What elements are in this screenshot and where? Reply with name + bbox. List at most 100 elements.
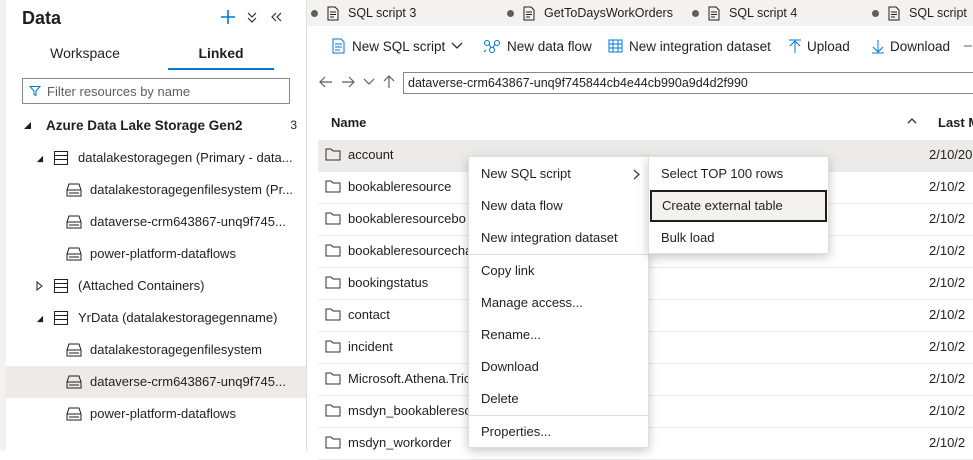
path-input[interactable]: dataverse-crm643867-unq9f745844cb4e44cb9… (403, 72, 973, 94)
folder-icon (325, 340, 341, 353)
tree-item-container[interactable]: datalakestoragegenfilesystem (Pr... (6, 174, 306, 206)
more-actions-icon[interactable] (963, 26, 973, 66)
tree-item-container-selected[interactable]: dataverse-crm643867-unq9f745... (6, 366, 306, 398)
menu-item-create-external-table[interactable]: Create external table (650, 190, 827, 222)
column-last-modified[interactable]: Last M (938, 115, 973, 130)
folder-icon (325, 308, 341, 321)
doc-tab-sql-script-3[interactable]: SQL script 3 (311, 0, 416, 26)
sql-script-icon (326, 6, 340, 21)
tree-item-label: power-platform-dataflows (90, 246, 236, 261)
menu-item-new-data-flow[interactable]: New data flow (469, 190, 648, 222)
chevron-down-icon[interactable] (363, 78, 375, 86)
caret-right-icon[interactable] (34, 281, 44, 291)
section-count: 3 (290, 118, 297, 132)
menu-item-download[interactable]: Download (469, 351, 648, 383)
tree-item-container[interactable]: datalakestoragegenfilesystem (6, 334, 306, 366)
menu-item-bulk-load[interactable]: Bulk load (649, 222, 828, 254)
unsaved-dot-icon (311, 9, 318, 17)
column-name[interactable]: Name (331, 115, 366, 130)
doc-tab-gettodaysworkorders[interactable]: GetToDaysWorkOrders (507, 0, 673, 26)
container-icon (66, 183, 82, 197)
file-name: bookableresourcebo (348, 211, 466, 226)
file-name: Microsoft.Athena.Tric (348, 371, 471, 386)
file-name: msdyn_workorder (348, 435, 452, 450)
section-title: Azure Data Lake Storage Gen2 (46, 117, 243, 133)
tree-item-container[interactable]: power-platform-dataflows (6, 238, 306, 270)
container-icon (66, 375, 82, 389)
tree-item-label: datalakestoragegen (Primary - data... (78, 150, 293, 165)
storage-account-icon (53, 150, 69, 166)
storage-account-icon (53, 278, 69, 294)
menu-item-label: New SQL script (481, 166, 571, 181)
menu-item-new-sql-script[interactable]: New SQL script (469, 158, 648, 190)
file-date: 2/10/2 (929, 179, 966, 194)
menu-item-new-integration-dataset[interactable]: New integration dataset (469, 222, 648, 254)
tab-linked[interactable]: Linked (168, 38, 274, 70)
new-data-flow-button[interactable]: New data flow (483, 26, 592, 66)
add-resource-icon[interactable] (219, 7, 237, 27)
new-integration-dataset-button[interactable]: New integration dataset (608, 26, 771, 66)
panel-title: Data (22, 8, 62, 28)
collapse-all-icon[interactable] (243, 7, 261, 27)
tree-item-label: datalakestoragegenfilesystem (Pr... (90, 182, 294, 197)
file-list-header: Name Last M (307, 107, 973, 139)
sql-script-icon (707, 6, 721, 21)
context-menu: New SQL script New data flow New integra… (468, 156, 649, 448)
tree-item-container[interactable]: power-platform-dataflows (6, 398, 306, 430)
tree-item-attached-containers[interactable]: (Attached Containers) (6, 270, 306, 302)
unsaved-dot-icon (692, 9, 699, 17)
sort-ascending-icon[interactable] (907, 117, 917, 124)
sql-script-icon (522, 6, 536, 21)
data-flow-icon (483, 39, 501, 53)
back-arrow-icon[interactable] (319, 75, 333, 89)
tree-item-yrdata[interactable]: YrData (datalakestoragegenname) (6, 302, 306, 334)
caret-down-icon[interactable] (34, 313, 44, 323)
section-adls-gen2[interactable]: Azure Data Lake Storage Gen2 3 (22, 114, 297, 136)
tree-item-label: datalakestoragegenfilesystem (90, 342, 262, 357)
sql-script-submenu: Select TOP 100 rows Create external tabl… (648, 156, 829, 254)
menu-item-copy-link[interactable]: Copy link (469, 255, 648, 287)
file-name: account (348, 147, 394, 162)
file-date: 2/10/2 (929, 435, 966, 450)
doc-tab-sql-script[interactable]: SQL script (872, 0, 967, 26)
sql-script-icon (331, 38, 346, 54)
folder-icon (325, 212, 341, 225)
tab-workspace[interactable]: Workspace (34, 38, 136, 70)
new-sql-script-button[interactable]: New SQL script (331, 26, 463, 66)
file-date: 2/10/2 (929, 339, 966, 354)
tree-item-label: dataverse-crm643867-unq9f745... (90, 374, 286, 389)
tree-item-container[interactable]: dataverse-crm643867-unq9f745... (6, 206, 306, 238)
collapse-panel-icon[interactable] (267, 7, 285, 27)
folder-icon (325, 180, 341, 193)
menu-item-manage-access[interactable]: Manage access... (469, 287, 648, 319)
doc-tab-sql-script-4[interactable]: SQL script 4 (692, 0, 797, 26)
file-date: 2/10/2 (929, 371, 966, 386)
filter-icon (29, 85, 41, 97)
tree-item-storage-primary[interactable]: datalakestoragegen (Primary - data... (6, 142, 306, 174)
download-button[interactable]: Download (872, 26, 950, 66)
doc-tab-label: SQL script 3 (348, 6, 417, 20)
file-date: 2/10/2 (929, 403, 966, 418)
up-arrow-icon[interactable] (383, 75, 395, 89)
container-icon (66, 343, 82, 357)
folder-icon (325, 244, 341, 257)
forward-arrow-icon[interactable] (341, 75, 355, 89)
menu-item-properties[interactable]: Properties... (469, 416, 648, 448)
download-label: Download (890, 38, 951, 54)
caret-down-icon[interactable] (22, 120, 38, 130)
unsaved-dot-icon (872, 9, 879, 17)
folder-icon (325, 372, 341, 385)
toolbar: New SQL script New data flow New integra… (307, 26, 973, 66)
caret-down-icon[interactable] (34, 153, 44, 163)
doc-tab-label: GetToDaysWorkOrders (544, 6, 673, 20)
upload-label: Upload (807, 38, 850, 54)
menu-item-rename[interactable]: Rename... (469, 319, 648, 351)
container-icon (66, 215, 82, 229)
menu-item-select-top-100-rows[interactable]: Select TOP 100 rows (649, 158, 828, 190)
filter-input[interactable] (47, 83, 277, 99)
chevron-down-icon[interactable] (451, 42, 463, 50)
menu-item-delete[interactable]: Delete (469, 383, 648, 415)
upload-button[interactable]: Upload (789, 26, 850, 66)
dataset-icon (608, 39, 623, 53)
tree-item-label: dataverse-crm643867-unq9f745... (90, 214, 286, 229)
